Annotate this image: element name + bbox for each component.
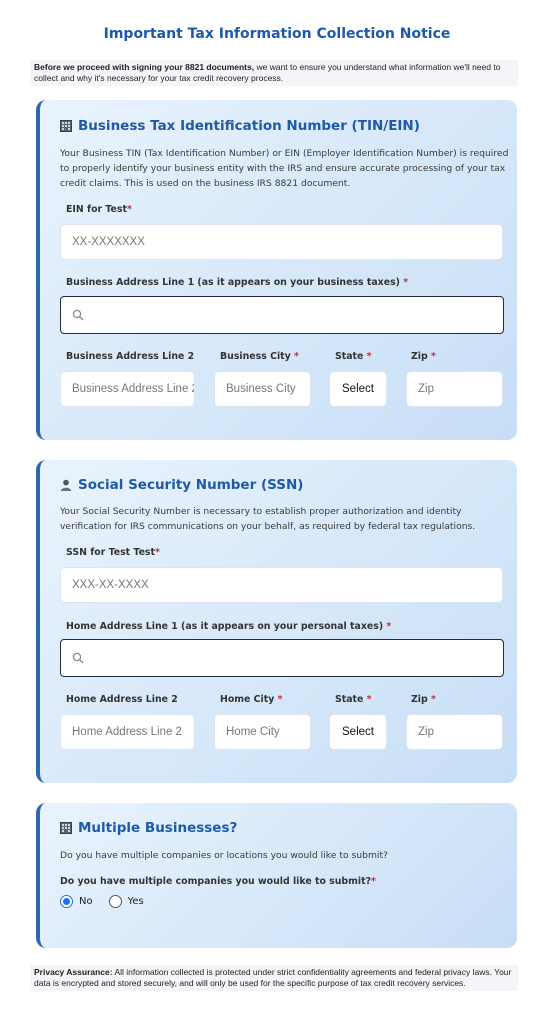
multiple-section-description: Do you have multiple companies or locati… bbox=[60, 850, 388, 861]
business-section-title: Business Tax Identification Number (TIN/… bbox=[60, 118, 420, 134]
business-address1-label: Business Address Line 1 (as it appears o… bbox=[66, 277, 409, 288]
multiple-section-title-text: Multiple Businesses? bbox=[78, 820, 238, 836]
radio-yes-label[interactable]: Yes bbox=[128, 896, 144, 907]
business-city-label: Business City * bbox=[220, 351, 299, 362]
person-icon bbox=[60, 479, 72, 491]
privacy-bold: Privacy Assurance: bbox=[34, 967, 113, 977]
business-zip-input[interactable]: Zip bbox=[406, 371, 503, 407]
page-title: Important Tax Information Collection Not… bbox=[103, 26, 451, 42]
intro-bold: Before we proceed with signing your 8821… bbox=[34, 62, 255, 72]
intro-notice: Before we proceed with signing your 8821… bbox=[30, 60, 518, 86]
ssn-section: Social Security Number (SSN) Your Social… bbox=[36, 460, 517, 783]
privacy-assurance: Privacy Assurance: All information colle… bbox=[30, 965, 518, 991]
home-state-select[interactable]: Select bbox=[329, 714, 387, 750]
home-address1-label: Home Address Line 1 (as it appears on yo… bbox=[66, 621, 392, 632]
business-section-description: Your Business TIN (Tax Identification Nu… bbox=[60, 148, 509, 189]
ein-input[interactable]: XX-XXXXXXX bbox=[60, 224, 503, 260]
building-icon bbox=[60, 120, 72, 132]
ssn-section-title: Social Security Number (SSN) bbox=[60, 477, 303, 493]
multiple-radio-group: No Yes bbox=[60, 895, 154, 908]
radio-no[interactable] bbox=[60, 895, 73, 908]
business-section-title-text: Business Tax Identification Number (TIN/… bbox=[78, 118, 420, 134]
home-address2-label: Home Address Line 2 bbox=[66, 694, 178, 705]
business-state-select[interactable]: Select bbox=[329, 371, 387, 407]
business-tin-section: Business Tax Identification Number (TIN/… bbox=[36, 100, 517, 440]
multiple-question-label: Do you have multiple companies you would… bbox=[60, 876, 376, 887]
ssn-section-description: Your Social Security Number is necessary… bbox=[60, 506, 476, 532]
business-address2-label: Business Address Line 2 bbox=[66, 351, 195, 362]
business-city-input[interactable]: Business City bbox=[214, 371, 311, 407]
business-zip-label: Zip * bbox=[411, 351, 436, 362]
home-city-input[interactable]: Home City bbox=[214, 714, 311, 750]
home-zip-input[interactable]: Zip bbox=[406, 714, 503, 750]
home-city-label: Home City * bbox=[220, 694, 283, 705]
radio-no-label[interactable]: No bbox=[79, 896, 93, 907]
search-icon bbox=[72, 652, 84, 664]
ssn-section-title-text: Social Security Number (SSN) bbox=[78, 477, 304, 493]
home-state-label: State * bbox=[335, 694, 372, 705]
business-address2-input[interactable]: Business Address Line 2 bbox=[60, 371, 195, 407]
home-address1-input[interactable] bbox=[60, 639, 504, 677]
home-address2-input[interactable]: Home Address Line 2 bbox=[60, 714, 195, 750]
ssn-input[interactable]: XXX-XX-XXXX bbox=[60, 567, 503, 603]
search-icon bbox=[72, 309, 84, 321]
home-zip-label: Zip * bbox=[411, 694, 436, 705]
ein-label: EIN for Test* bbox=[66, 204, 132, 215]
building-icon bbox=[60, 822, 72, 834]
business-address1-input[interactable] bbox=[60, 296, 504, 334]
multiple-businesses-section: Multiple Businesses? Do you have multipl… bbox=[36, 803, 517, 948]
ssn-label: SSN for Test Test* bbox=[66, 547, 160, 558]
radio-yes[interactable] bbox=[108, 895, 122, 908]
multiple-section-title: Multiple Businesses? bbox=[60, 820, 237, 836]
business-state-label: State * bbox=[335, 351, 372, 362]
